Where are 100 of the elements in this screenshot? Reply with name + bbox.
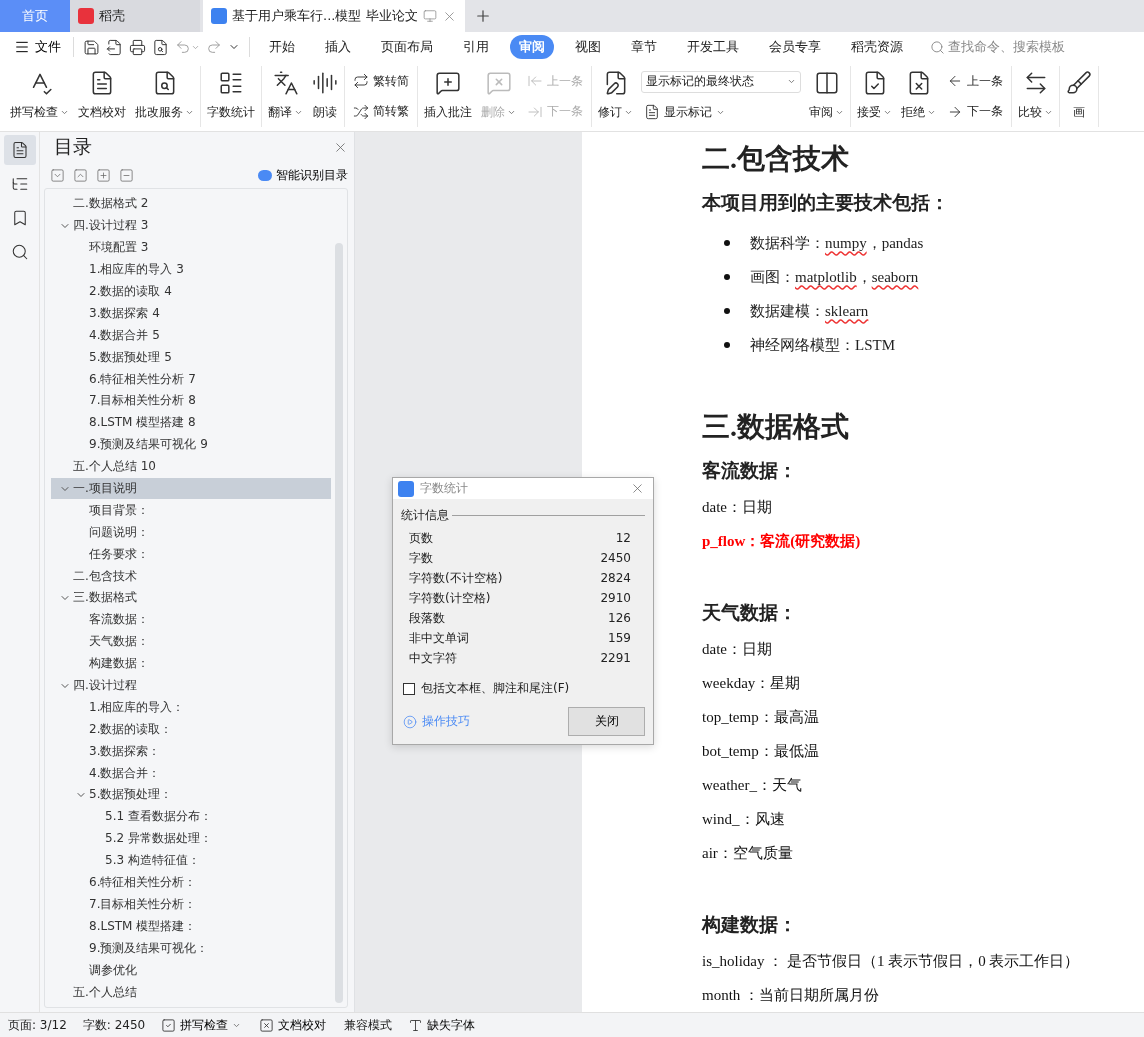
smart-toc-button[interactable]: 智能识别目录 [258, 166, 348, 184]
toc-item[interactable]: 五.个人总结 10 [51, 455, 331, 478]
toc-item[interactable]: 9.预测及结果可视化 9 [51, 433, 331, 456]
toc-item[interactable]: 7.目标相关性分析 8 [51, 390, 331, 412]
save-icon[interactable] [83, 38, 100, 56]
toc-item[interactable]: 1.相应库的导入 3 [51, 258, 331, 281]
ribbon-button[interactable]: 批改服务 [131, 66, 198, 127]
status-button[interactable]: 文档校对 [259, 1016, 327, 1034]
toc-item[interactable]: 6.特征相关性分析： [51, 871, 331, 894]
ribbon-tab[interactable]: 稻壳资源 [842, 35, 912, 59]
ribbon-button[interactable]: 字数统计 [203, 66, 259, 127]
toc-item[interactable]: 3.数据探索： [51, 740, 331, 763]
toc-item[interactable]: 4.数据合并： [51, 762, 331, 785]
toc-item[interactable]: 任务要求： [51, 543, 331, 566]
collapse-all-icon[interactable] [50, 167, 65, 183]
ribbon-button[interactable]: 拒绝 [897, 66, 940, 127]
toc-item[interactable]: 5.2 异常数据处理： [51, 827, 331, 850]
toc-item[interactable]: 3.数据探索 4 [51, 302, 331, 325]
close-button[interactable]: 关闭 [568, 707, 645, 736]
ribbon-tab[interactable]: 开始 [260, 35, 304, 59]
preview-icon[interactable] [152, 38, 169, 56]
ribbon-button[interactable]: 画 [1062, 66, 1096, 127]
toc-item[interactable]: 4.数据合并 5 [51, 324, 331, 347]
toc-item[interactable]: 项目背景： [51, 499, 331, 522]
toc-item[interactable]: 二.包含技术 [51, 565, 331, 588]
ribbon-button[interactable]: 上一条 [944, 70, 1006, 92]
bullet-icon [724, 342, 730, 348]
toc-item[interactable]: 5.数据预处理 5 [51, 346, 331, 369]
convert-icon [353, 103, 369, 120]
export-icon[interactable] [106, 38, 123, 56]
toc-item[interactable]: 1.相应库的导入： [51, 696, 331, 719]
ribbon-button[interactable]: 拼写检查 [6, 66, 73, 127]
ribbon-button[interactable]: 显示标记 [641, 101, 801, 123]
browser-tab[interactable]: 稻壳 [70, 0, 200, 32]
toc-item[interactable]: 环境配置 3 [51, 236, 331, 259]
close-icon[interactable] [630, 481, 645, 496]
ribbon-tab[interactable]: 视图 [566, 35, 610, 59]
printer-icon[interactable] [129, 38, 146, 56]
toc-item[interactable]: 9.预测及结果可视化： [51, 937, 331, 960]
ribbon-button[interactable]: 接受 [853, 66, 896, 127]
collapse-icon[interactable] [119, 167, 134, 183]
toc-item[interactable]: 问题说明： [51, 521, 331, 544]
toc-item[interactable]: 8.LSTM 模型搭建： [51, 915, 331, 938]
ribbon-button[interactable]: 繁转简 [350, 70, 412, 92]
ribbon-tab[interactable]: 会员专享 [760, 35, 830, 59]
toc-item[interactable]: 8.LSTM 模型搭建 8 [51, 411, 331, 434]
undo-icon[interactable] [175, 39, 191, 55]
toc-item[interactable]: 6.特征相关性分析 7 [51, 368, 331, 390]
stat-label: 段落数 [409, 609, 445, 627]
checkbox[interactable] [403, 682, 415, 695]
expand-icon[interactable] [96, 167, 111, 183]
toc-item[interactable]: 一.项目说明 [51, 477, 331, 500]
stat-value: 2910 [600, 591, 631, 605]
toc-item[interactable]: 天气数据： [51, 630, 331, 653]
toc-item[interactable]: 2.数据的读取 4 [51, 280, 331, 303]
stat-label: 中文字符 [409, 649, 457, 667]
ribbon-button[interactable]: 审阅 [805, 66, 848, 127]
status-button[interactable]: 拼写检查 [161, 1016, 242, 1034]
ribbon-button[interactable]: 下一条 [944, 101, 1006, 123]
status-button[interactable]: 缺失字体 [408, 1016, 476, 1034]
status-text: 字数: 2450 [82, 1016, 147, 1034]
toc-item[interactable]: 调参优化 [51, 959, 331, 982]
toc-item[interactable]: 四.设计过程 [51, 674, 331, 697]
ribbon-button[interactable]: 文档校对 [74, 66, 130, 127]
ribbon-button[interactable]: 插入批注 [420, 66, 476, 127]
toc-item[interactable]: 2.数据的读取： [51, 718, 331, 741]
command-search-field[interactable]: 查找命令、搜索模板 [930, 38, 1065, 56]
ribbon-tab[interactable]: 章节 [622, 35, 666, 59]
ribbon-button[interactable]: 朗读 [308, 66, 342, 127]
toc-item[interactable]: 5.数据预处理： [51, 784, 331, 806]
bullet-icon [724, 308, 730, 314]
ribbon-tab[interactable]: 页面布局 [372, 35, 442, 59]
ribbon-tab[interactable]: 插入 [316, 35, 360, 59]
stat-label: 非中文单词 [409, 629, 469, 647]
section-heading: 三.数据格式 [702, 410, 850, 444]
markup-select[interactable]: 显示标记的最终状态 [641, 70, 801, 93]
ribbon-button[interactable]: 翻译 [264, 66, 307, 127]
translate-icon [272, 70, 299, 96]
browser-tab[interactable]: 基于用户乘车行...模型 毕业论文 [203, 0, 465, 32]
toc-item[interactable]: 7.目标相关性分析： [51, 893, 331, 916]
toc-item[interactable]: 客流数据： [51, 608, 331, 631]
ribbon-tab[interactable]: 引用 [454, 35, 498, 59]
expand-up-icon[interactable] [73, 167, 88, 183]
toc-item[interactable]: 构建数据： [51, 652, 331, 675]
toc-item[interactable]: 四.设计过程 3 [51, 214, 331, 237]
ribbon-button[interactable]: 比较 [1014, 66, 1057, 127]
ribbon-tab[interactable]: 开发工具 [678, 35, 748, 59]
toc-item[interactable]: 三.数据格式 [51, 587, 331, 609]
redo-icon[interactable] [206, 39, 222, 55]
scrollbar[interactable] [335, 243, 343, 1003]
toc-item[interactable]: 五.个人总结 [51, 981, 331, 1003]
monitor-icon[interactable] [422, 9, 437, 23]
toc-item[interactable]: 二.数据格式 2 [51, 193, 331, 215]
sidebar-tab[interactable] [3, 135, 36, 165]
toc-item[interactable]: 5.3 构造特征值： [51, 849, 331, 872]
file-menu-button[interactable]: 文件 [10, 38, 67, 56]
comment-delete-icon [485, 70, 512, 96]
ribbon-button[interactable]: 简转繁 [350, 101, 412, 123]
ribbon-button[interactable]: 修订 [594, 66, 637, 127]
toc-item[interactable]: 5.1 查看数据分布： [51, 805, 331, 828]
